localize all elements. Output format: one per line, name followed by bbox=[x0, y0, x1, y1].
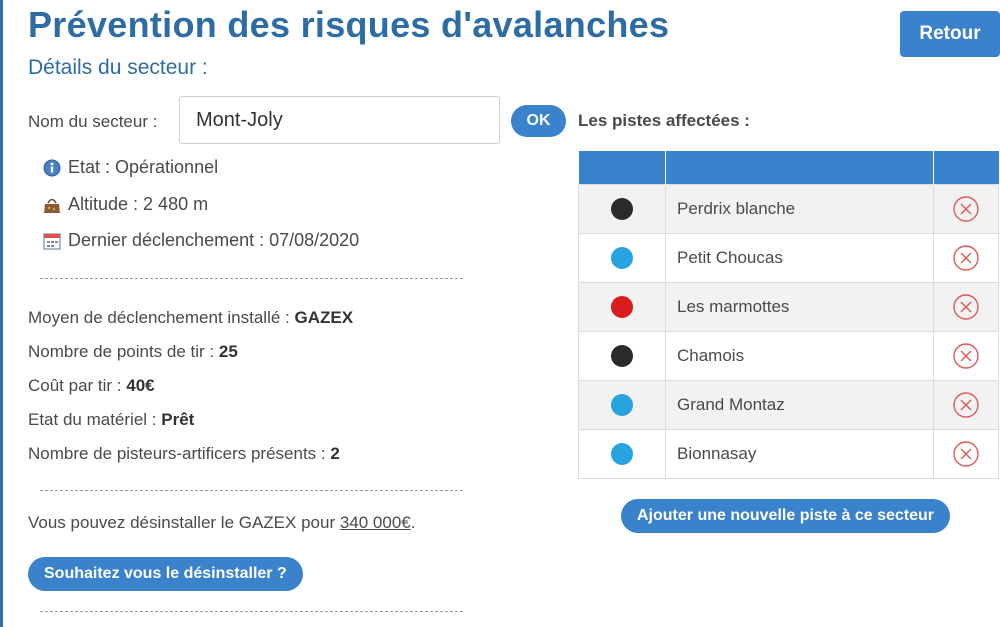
info-icon bbox=[42, 158, 62, 178]
remove-piste-icon[interactable] bbox=[952, 391, 980, 419]
page-title: Prévention des risques d'avalanches bbox=[28, 4, 670, 45]
table-row: Perdrix blanche bbox=[578, 183, 999, 234]
add-piste-button[interactable]: Ajouter une nouvelle piste à ce secteur bbox=[621, 499, 950, 533]
header-delete-col bbox=[933, 151, 999, 184]
altitude-row: Altitude : 2 480 m bbox=[42, 194, 208, 215]
piste-delete-cell bbox=[933, 232, 999, 283]
detail-row: Nombre de points de tir : 25 bbox=[28, 342, 238, 362]
table-row: Chamois bbox=[578, 330, 999, 381]
piste-difficulty-dot-icon bbox=[611, 295, 633, 318]
sector-name-input[interactable] bbox=[179, 96, 500, 144]
altitude-text: Altitude : 2 480 m bbox=[68, 194, 209, 214]
remove-piste-icon[interactable] bbox=[952, 440, 980, 468]
detail-value: Prêt bbox=[161, 410, 195, 429]
pistes-title: Les pistes affectées : bbox=[578, 111, 750, 130]
separator bbox=[40, 278, 463, 279]
piste-name: Bionnasay bbox=[665, 428, 934, 479]
section-subtitle: Détails du secteur : bbox=[28, 56, 208, 79]
uninstall-text: Vous pouvez désinstaller le GAZEX pour 3… bbox=[28, 513, 415, 533]
detail-row: Moyen de déclenchement installé : GAZEX bbox=[28, 308, 353, 328]
piste-name: Grand Montaz bbox=[665, 379, 934, 430]
remove-piste-icon[interactable] bbox=[952, 342, 980, 370]
piste-difficulty-dot-icon bbox=[611, 246, 633, 269]
piste-name: Les marmottes bbox=[665, 281, 934, 332]
last-trigger-text: Dernier déclenchement : 07/08/2020 bbox=[68, 230, 360, 250]
detail-value: 2 bbox=[330, 444, 340, 463]
uninstall-suffix: . bbox=[410, 513, 416, 532]
back-button[interactable]: Retour bbox=[900, 11, 1000, 57]
table-row: Petit Choucas bbox=[578, 232, 999, 283]
status-row: Etat : Opérationnel bbox=[42, 157, 218, 178]
detail-value: 25 bbox=[218, 342, 238, 361]
piste-delete-cell bbox=[933, 428, 999, 479]
piste-color-cell bbox=[578, 379, 666, 430]
detail-label: Moyen de déclenchement installé : bbox=[28, 308, 295, 327]
uninstall-price: 340 000€ bbox=[339, 513, 411, 532]
ok-button[interactable]: OK bbox=[511, 105, 566, 137]
piste-delete-cell bbox=[933, 183, 999, 234]
piste-color-cell bbox=[578, 183, 666, 234]
piste-name: Perdrix blanche bbox=[665, 183, 934, 234]
piste-delete-cell bbox=[933, 330, 999, 381]
header-name-col bbox=[665, 151, 934, 184]
piste-difficulty-dot-icon bbox=[611, 344, 633, 367]
table-row: Grand Montaz bbox=[578, 379, 999, 430]
piste-color-cell bbox=[578, 232, 666, 283]
detail-label: Nombre de pisteurs-artificers présents : bbox=[28, 444, 331, 463]
last-trigger-row: Dernier déclenchement : 07/08/2020 bbox=[42, 230, 359, 251]
table-row: Les marmottes bbox=[578, 281, 999, 332]
piste-delete-cell bbox=[933, 281, 999, 332]
detail-row: Coût par tir : 40€ bbox=[28, 376, 155, 396]
pistes-table: Perdrix blanche Petit Choucas Les marmotte… bbox=[578, 151, 999, 479]
table-header bbox=[578, 151, 999, 184]
piste-name: Petit Choucas bbox=[665, 232, 934, 283]
mountain-bag-icon bbox=[42, 195, 62, 215]
remove-piste-icon[interactable] bbox=[952, 244, 980, 272]
remove-piste-icon[interactable] bbox=[952, 293, 980, 321]
sector-name-label: Nom du secteur : bbox=[28, 112, 158, 131]
detail-label: Coût par tir : bbox=[28, 376, 127, 395]
remove-piste-icon[interactable] bbox=[952, 195, 980, 223]
page-frame-border bbox=[0, 0, 3, 627]
detail-value: 40€ bbox=[126, 376, 155, 395]
detail-label: Etat du matériel : bbox=[28, 410, 162, 429]
header-color-col bbox=[578, 151, 666, 184]
detail-row: Nombre de pisteurs-artificers présents :… bbox=[28, 444, 340, 464]
piste-delete-cell bbox=[933, 379, 999, 430]
piste-difficulty-dot-icon bbox=[611, 442, 633, 465]
separator bbox=[40, 611, 463, 612]
piste-name: Chamois bbox=[665, 330, 934, 381]
detail-label: Nombre de points de tir : bbox=[28, 342, 219, 361]
calendar-icon bbox=[42, 231, 62, 251]
detail-value: GAZEX bbox=[294, 308, 354, 327]
detail-row: Etat du matériel : Prêt bbox=[28, 410, 194, 430]
piste-color-cell bbox=[578, 281, 666, 332]
uninstall-button[interactable]: Souhaitez vous le désinstaller ? bbox=[28, 557, 303, 591]
table-row: Bionnasay bbox=[578, 428, 999, 479]
piste-difficulty-dot-icon bbox=[611, 393, 633, 416]
status-text: Etat : Opérationnel bbox=[68, 157, 219, 177]
piste-difficulty-dot-icon bbox=[611, 197, 633, 220]
separator bbox=[40, 490, 463, 491]
uninstall-prefix: Vous pouvez désinstaller le GAZEX pour bbox=[28, 513, 340, 532]
piste-color-cell bbox=[578, 330, 666, 381]
piste-color-cell bbox=[578, 428, 666, 479]
